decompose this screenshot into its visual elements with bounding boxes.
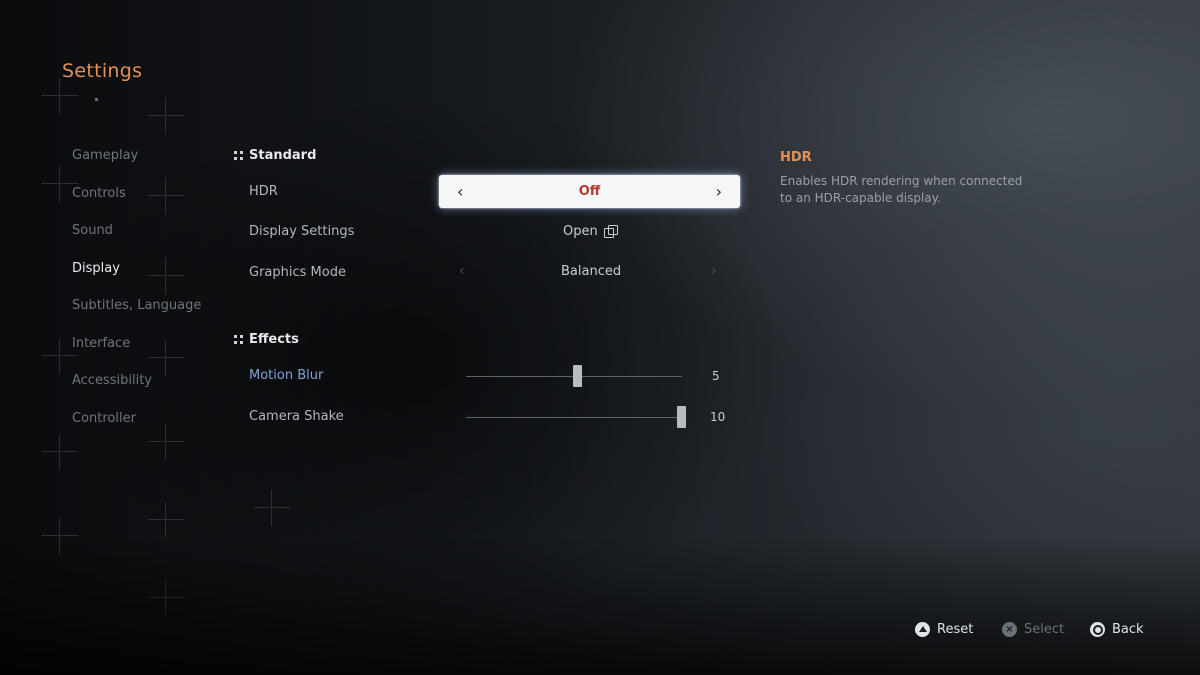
section-header-effects: Effects	[234, 332, 299, 347]
camera-shake-value: 10	[710, 410, 726, 424]
reset-button[interactable]: Reset	[915, 622, 973, 637]
back-label: Back	[1112, 622, 1144, 637]
hdr-label: HDR	[249, 184, 278, 199]
crosshair-decoration	[42, 434, 78, 470]
grip-icon	[234, 334, 244, 345]
nav-item-controls[interactable]: Controls	[72, 186, 126, 201]
triangle-button-icon	[915, 622, 930, 637]
crosshair-decoration	[148, 98, 184, 134]
title-decoration	[95, 98, 98, 101]
description-text: Enables HDR rendering when connected to …	[780, 174, 1023, 205]
crosshair-decoration	[148, 258, 184, 294]
crosshair-decoration	[148, 502, 184, 538]
motion-blur-slider-thumb[interactable]	[572, 365, 582, 387]
crosshair-decoration	[148, 424, 184, 460]
crosshair-decoration	[148, 178, 184, 214]
chevron-right-icon[interactable]: ›	[716, 182, 722, 201]
cross-button-icon: ×	[1002, 622, 1017, 637]
crosshair-decoration	[42, 78, 78, 114]
section-title: Effects	[249, 332, 299, 347]
motion-blur-label: Motion Blur	[249, 368, 324, 383]
camera-shake-label: Camera Shake	[249, 409, 344, 424]
crosshair-decoration	[148, 340, 184, 376]
back-button[interactable]: Back	[1090, 622, 1144, 637]
nav-item-sound[interactable]: Sound	[72, 223, 113, 238]
section-title: Standard	[249, 148, 317, 163]
chevron-right-icon[interactable]: ›	[711, 263, 717, 279]
reset-label: Reset	[937, 622, 974, 637]
hdr-selector[interactable]: ‹ Off ›	[439, 175, 740, 208]
open-label: Open	[563, 224, 598, 239]
nav-item-accessibility[interactable]: Accessibility	[72, 373, 152, 388]
motion-blur-value: 5	[712, 369, 720, 383]
display-settings-label: Display Settings	[249, 224, 355, 239]
circle-button-icon	[1090, 622, 1105, 637]
nav-item-subtitles-language[interactable]: Subtitles, Language	[72, 298, 201, 313]
graphics-mode-value: Balanced	[561, 264, 622, 279]
description-title: HDR	[780, 150, 812, 165]
nav-item-controller[interactable]: Controller	[72, 411, 136, 426]
select-button[interactable]: × Select	[1002, 622, 1064, 637]
grip-icon	[234, 150, 244, 161]
nav-item-display[interactable]: Display	[72, 261, 120, 276]
camera-shake-slider[interactable]	[466, 417, 682, 418]
hdr-value: Off	[578, 184, 601, 199]
chevron-left-icon[interactable]: ‹	[459, 263, 465, 279]
nav-item-gameplay[interactable]: Gameplay	[72, 148, 138, 163]
camera-shake-slider-thumb[interactable]	[677, 406, 686, 428]
graphics-mode-label: Graphics Mode	[249, 265, 346, 280]
external-window-icon	[603, 225, 618, 238]
select-label: Select	[1024, 622, 1065, 637]
page-title: Settings	[62, 60, 143, 82]
crosshair-decoration	[254, 490, 290, 526]
section-header-standard: Standard	[234, 148, 316, 163]
display-settings-open-button[interactable]: Open	[563, 224, 618, 239]
nav-item-interface[interactable]: Interface	[72, 336, 130, 351]
chevron-left-icon[interactable]: ‹	[457, 182, 463, 201]
bottom-vignette	[0, 535, 1200, 675]
